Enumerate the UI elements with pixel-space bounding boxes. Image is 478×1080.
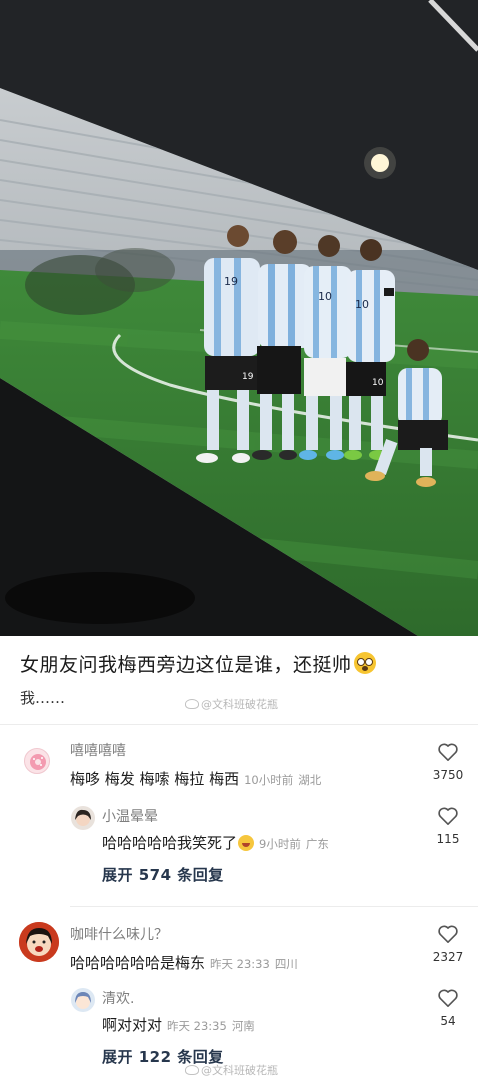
comment-text: 梅哆 梅发 梅嗦 梅拉 梅西 10小时前 湖北 bbox=[70, 768, 321, 789]
reply-text: 哈哈哈哈哈我笑死了 9小时前 广东 bbox=[102, 832, 329, 853]
reply-author[interactable]: 清欢. bbox=[102, 988, 134, 1008]
watermark-text: @文科班破花瓶 bbox=[201, 698, 278, 711]
expand-replies-link[interactable]: 展开 574 条回复 bbox=[102, 864, 224, 885]
like-count: 3750 bbox=[432, 768, 464, 782]
post-photo[interactable]: 19 19 10 10 10 bbox=[0, 0, 478, 636]
girl-avatar-icon bbox=[75, 809, 91, 826]
shorts-number: 19 bbox=[242, 372, 254, 382]
avatar[interactable] bbox=[71, 988, 95, 1012]
avatar[interactable] bbox=[71, 806, 95, 830]
heart-outline-icon bbox=[438, 807, 458, 825]
comment-author[interactable]: 咖啡什么味儿？ bbox=[70, 924, 168, 944]
comment-time: 昨天 23:33 bbox=[210, 957, 270, 971]
post-title-text: 女朋友问我梅西旁边这位是谁，还挺帅 bbox=[20, 654, 352, 676]
like-button[interactable]: 54 bbox=[428, 988, 468, 1028]
crying-laughing-icon bbox=[238, 835, 255, 851]
shorts-number: 10 bbox=[372, 378, 384, 388]
reply-body: 啊对对对 bbox=[102, 1016, 163, 1034]
like-count: 115 bbox=[436, 832, 460, 846]
post-title: 女朋友问我梅西旁边这位是谁，还挺帅 bbox=[20, 650, 376, 677]
comment-location: 湖北 bbox=[298, 773, 322, 787]
flushed-face-icon bbox=[353, 652, 376, 674]
like-count: 2327 bbox=[432, 950, 464, 964]
comment-body: 梅哆 梅发 梅嗦 梅拉 梅西 bbox=[70, 770, 240, 788]
comment-text: 哈哈哈哈哈哈是梅东 昨天 23:33 四川 bbox=[70, 952, 298, 973]
stadium-photo-illustration: 19 19 10 10 10 bbox=[0, 0, 478, 636]
comment-time: 10小时前 bbox=[244, 773, 294, 787]
weibo-logo-icon bbox=[185, 1065, 199, 1075]
heart-outline-icon bbox=[438, 743, 458, 761]
like-button[interactable]: 115 bbox=[428, 806, 468, 846]
reply-location: 河南 bbox=[231, 1019, 255, 1033]
donut-avatar-icon bbox=[30, 754, 46, 770]
jersey-number: 19 bbox=[224, 275, 238, 288]
divider bbox=[0, 724, 478, 725]
comment-location: 四川 bbox=[274, 957, 298, 971]
jersey-number: 10 bbox=[318, 290, 332, 303]
reply-time: 9小时前 bbox=[259, 837, 301, 851]
watermark: @文科班破花瓶 bbox=[185, 1062, 278, 1078]
like-count: 54 bbox=[440, 1014, 456, 1028]
avatar[interactable] bbox=[19, 922, 59, 962]
divider bbox=[70, 906, 478, 907]
heart-outline-icon bbox=[438, 925, 458, 943]
watermark: @文科班破花瓶 bbox=[185, 696, 278, 712]
reply-body: 哈哈哈哈哈我笑死了 bbox=[102, 834, 238, 852]
like-button[interactable]: 3750 bbox=[428, 742, 468, 782]
post-subtitle: 我…… bbox=[20, 689, 66, 707]
comment-body: 哈哈哈哈哈哈是梅东 bbox=[70, 954, 206, 972]
reply-text: 啊对对对 昨天 23:35 河南 bbox=[102, 1014, 255, 1035]
anime-avatar-icon bbox=[75, 992, 91, 1009]
weibo-logo-icon bbox=[185, 699, 199, 709]
cartoon-girl-avatar-icon bbox=[19, 922, 59, 962]
reply-time: 昨天 23:35 bbox=[167, 1019, 227, 1033]
reply-author[interactable]: 小温晕晕 bbox=[102, 806, 158, 826]
reply-location: 广东 bbox=[305, 837, 329, 851]
like-button[interactable]: 2327 bbox=[428, 924, 468, 964]
comment-author[interactable]: 嘻嘻嘻嘻 bbox=[70, 740, 126, 760]
watermark-text: @文科班破花瓶 bbox=[201, 1064, 278, 1077]
avatar[interactable] bbox=[24, 748, 50, 774]
heart-outline-icon bbox=[438, 989, 458, 1007]
jersey-number: 10 bbox=[355, 298, 369, 311]
